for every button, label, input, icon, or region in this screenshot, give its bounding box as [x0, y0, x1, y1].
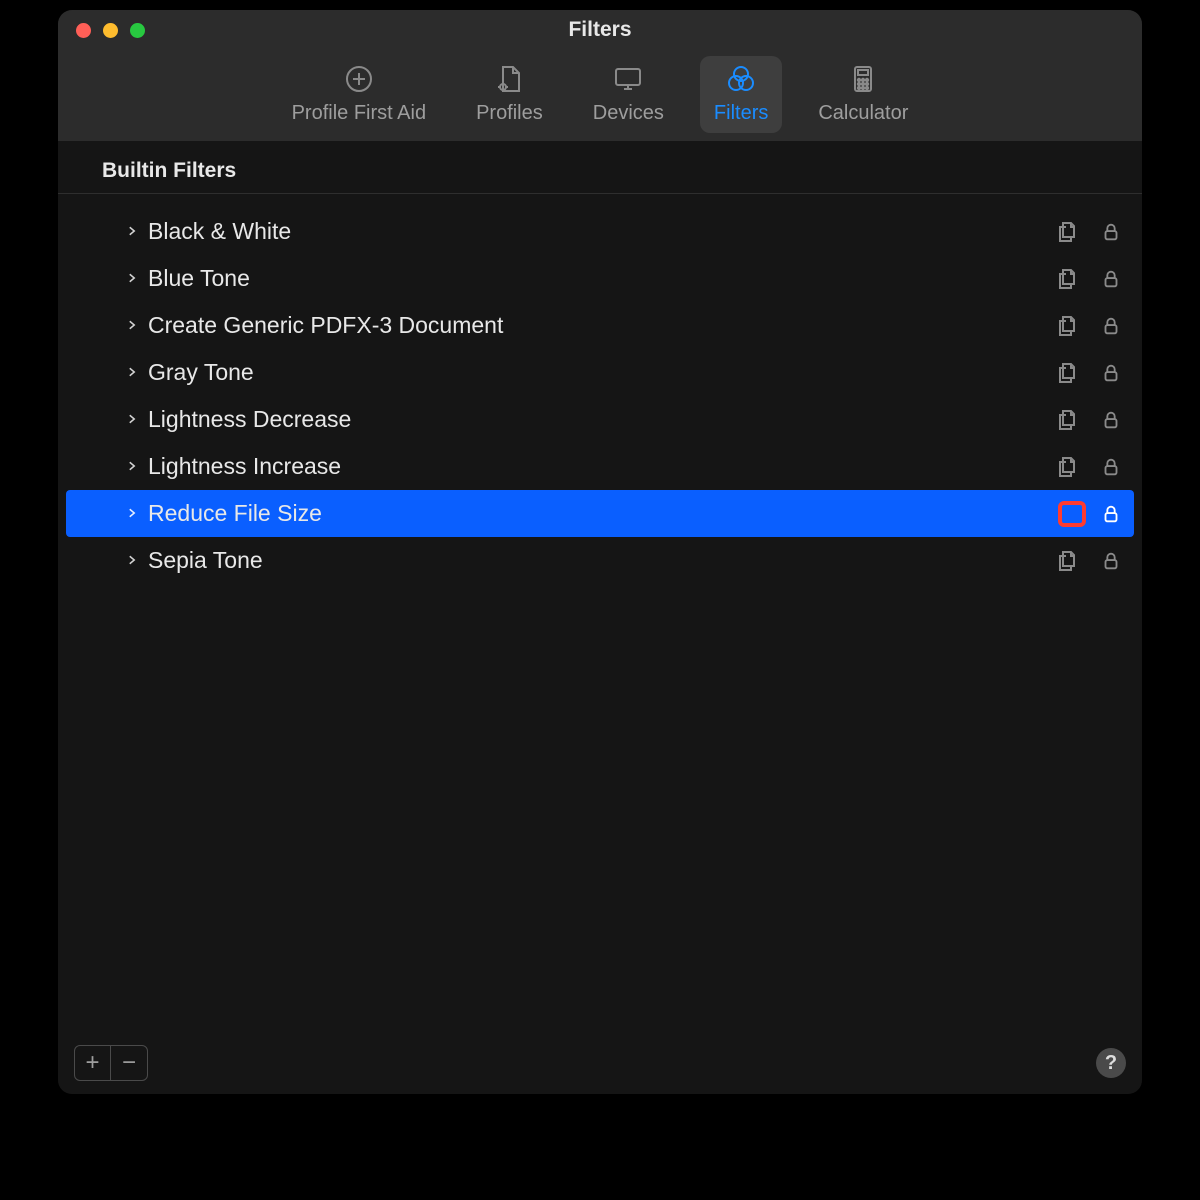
chevron-right-icon[interactable] [126, 456, 144, 477]
filter-name: Black & White [148, 218, 1056, 245]
titlebar-top: Filters [58, 10, 1142, 50]
filter-name: Sepia Tone [148, 547, 1056, 574]
minimize-window-button[interactable] [103, 23, 118, 38]
monitor-icon [611, 62, 645, 96]
tab-devices[interactable]: Devices [579, 56, 678, 133]
tab-profiles[interactable]: Profiles [462, 56, 557, 133]
tab-label: Profiles [476, 102, 543, 125]
add-filter-button[interactable]: + [75, 1046, 111, 1080]
filter-row[interactable]: Create Generic PDFX-3 Document [66, 302, 1134, 349]
zoom-window-button[interactable] [130, 23, 145, 38]
traffic-lights [58, 23, 145, 38]
chevron-right-icon[interactable] [126, 503, 144, 524]
filter-row[interactable]: Black & White [66, 208, 1134, 255]
lock-icon [1098, 219, 1124, 245]
filter-row[interactable]: Lightness Increase [66, 443, 1134, 490]
chevron-right-icon[interactable] [126, 268, 144, 289]
content-area: Builtin Filters Black & White Blue Tone Cr… [58, 141, 1142, 1042]
footer: + − ? [58, 1042, 1142, 1094]
tab-label: Devices [593, 102, 664, 125]
help-button[interactable]: ? [1096, 1048, 1126, 1078]
chevron-right-icon[interactable] [126, 362, 144, 383]
chevron-right-icon[interactable] [126, 315, 144, 336]
tab-label: Calculator [818, 102, 908, 125]
duplicate-icon[interactable] [1056, 219, 1082, 245]
duplicate-icon[interactable] [1056, 360, 1082, 386]
filter-name: Reduce File Size [148, 500, 1058, 527]
filter-row[interactable]: Lightness Decrease [66, 396, 1134, 443]
filter-name: Gray Tone [148, 359, 1056, 386]
filter-name: Blue Tone [148, 265, 1056, 292]
toolbar-tabs: Profile First Aid Profiles Devices Filters C… [58, 50, 1142, 133]
filter-row[interactable]: Blue Tone [66, 255, 1134, 302]
duplicate-icon[interactable] [1056, 407, 1082, 433]
app-window: Filters Profile First Aid Profiles Devices… [58, 10, 1142, 1094]
tab-label: Profile First Aid [292, 102, 426, 125]
row-actions [1058, 501, 1124, 527]
lock-icon [1098, 360, 1124, 386]
filter-name: Create Generic PDFX-3 Document [148, 312, 1056, 339]
tab-calculator[interactable]: Calculator [804, 56, 922, 133]
filter-name: Lightness Increase [148, 453, 1056, 480]
titlebar: Filters Profile First Aid Profiles Devices… [58, 10, 1142, 141]
row-actions [1056, 360, 1124, 386]
lock-icon [1098, 266, 1124, 292]
chevron-right-icon[interactable] [126, 550, 144, 571]
window-title: Filters [58, 18, 1142, 42]
filters-icon [724, 62, 758, 96]
chevron-right-icon[interactable] [126, 409, 144, 430]
filter-row[interactable]: Sepia Tone [66, 537, 1134, 584]
duplicate-icon[interactable] [1058, 501, 1086, 527]
lock-icon [1098, 313, 1124, 339]
chevron-right-icon[interactable] [126, 221, 144, 242]
close-window-button[interactable] [76, 23, 91, 38]
lock-icon [1098, 454, 1124, 480]
filter-name: Lightness Decrease [148, 406, 1056, 433]
row-actions [1056, 266, 1124, 292]
tab-profile-first-aid[interactable]: Profile First Aid [278, 56, 440, 133]
section-header: Builtin Filters [58, 159, 1142, 194]
calculator-icon [846, 62, 880, 96]
tab-label: Filters [714, 102, 768, 125]
row-actions [1056, 548, 1124, 574]
tab-filters[interactable]: Filters [700, 56, 782, 133]
row-actions [1056, 313, 1124, 339]
add-remove-segment: + − [74, 1045, 148, 1081]
duplicate-icon[interactable] [1056, 548, 1082, 574]
duplicate-icon[interactable] [1056, 454, 1082, 480]
filter-list: Black & White Blue Tone Create Generic PDF… [58, 194, 1142, 584]
document-gear-icon [492, 62, 526, 96]
duplicate-icon[interactable] [1056, 313, 1082, 339]
filter-row[interactable]: Reduce File Size [66, 490, 1134, 537]
filter-row[interactable]: Gray Tone [66, 349, 1134, 396]
lock-icon [1098, 548, 1124, 574]
duplicate-icon[interactable] [1056, 266, 1082, 292]
row-actions [1056, 454, 1124, 480]
lock-icon [1098, 407, 1124, 433]
plus-circle-icon [342, 62, 376, 96]
remove-filter-button[interactable]: − [111, 1046, 147, 1080]
row-actions [1056, 407, 1124, 433]
lock-icon [1098, 501, 1124, 527]
row-actions [1056, 219, 1124, 245]
